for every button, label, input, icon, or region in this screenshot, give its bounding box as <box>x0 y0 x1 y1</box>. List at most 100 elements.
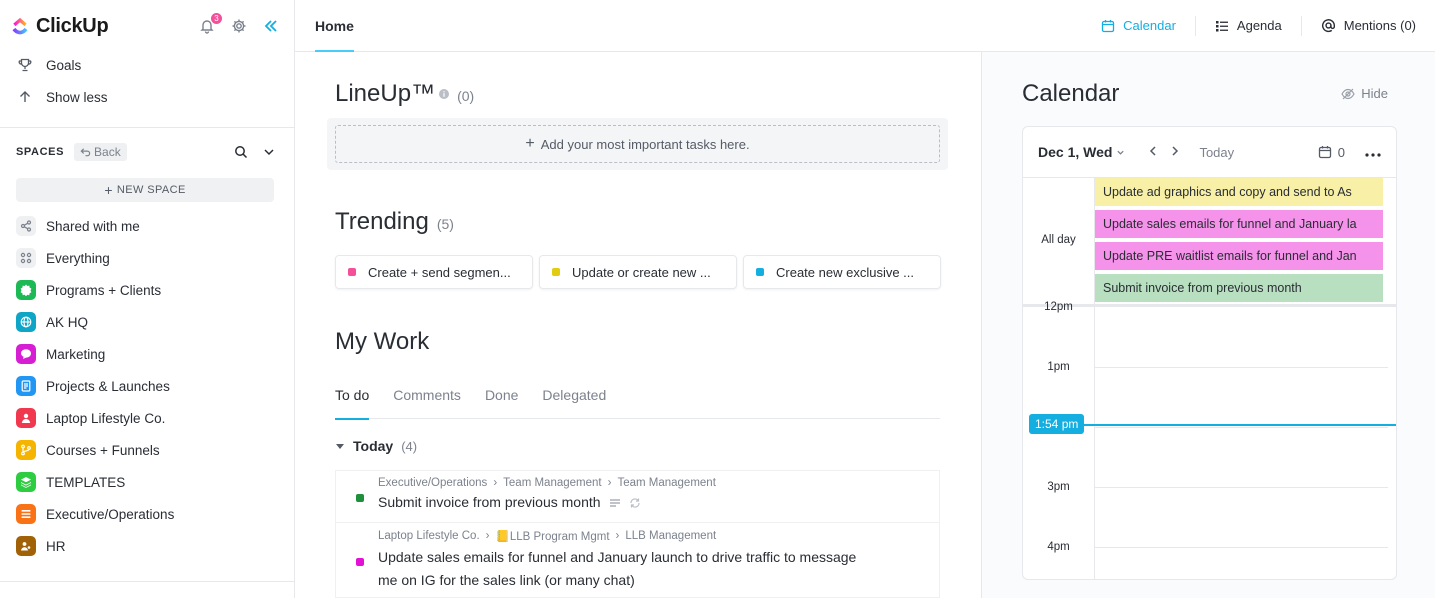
info-icon[interactable] <box>439 89 450 99</box>
hour-label: 1pm <box>1047 361 1070 373</box>
mywork-tabs: To do Comments Done Delegated <box>335 370 940 420</box>
group-count: (4) <box>401 438 418 454</box>
group-today-header[interactable]: Today (4) <box>335 438 417 454</box>
chevron-down-icon[interactable] <box>260 143 278 161</box>
task-row[interactable]: Executive/Operations › Team Management ›… <box>335 470 940 523</box>
new-space-label: NEW SPACE <box>116 184 186 196</box>
sidebar-item-goals[interactable]: Goals <box>0 49 294 81</box>
sidebar-item-label: Laptop Lifestyle Co. <box>46 410 166 426</box>
crumb[interactable]: LLB Management <box>625 530 716 542</box>
lineup-dropzone: + Add your most important tasks here. <box>327 118 948 170</box>
date-picker[interactable]: Dec 1, Wed <box>1038 144 1125 160</box>
sidebar-item-executive-operations[interactable]: Executive/Operations <box>0 498 294 530</box>
notifications-bell-icon[interactable]: 3 <box>198 13 222 35</box>
sidebar-item-marketing[interactable]: Marketing <box>0 338 294 370</box>
new-space-button[interactable]: + NEW SPACE <box>16 178 274 202</box>
mywork-title: My Work <box>335 328 430 355</box>
plus-icon: + <box>525 135 535 152</box>
group-label: Today <box>353 438 394 454</box>
sidebar-item-label: Marketing <box>46 346 106 362</box>
sidebar-item-templates[interactable]: TEMPLATES <box>0 466 294 498</box>
tab-to-do[interactable]: To do <box>335 370 370 420</box>
hour-label: 3pm <box>1047 481 1070 493</box>
unscheduled-tasks-button[interactable]: 0 <box>1318 145 1345 160</box>
task-status-dot <box>356 558 364 566</box>
calendar-event[interactable]: Update ad graphics and copy and send to … <box>1095 178 1383 206</box>
tab-delegated[interactable]: Delegated <box>542 370 606 419</box>
lineup-count: (0) <box>457 88 475 104</box>
hide-calendar-button[interactable]: Hide <box>1341 86 1388 101</box>
crumb[interactable]: Team Management <box>617 477 715 489</box>
task-status-dot <box>348 268 356 276</box>
view-mentions[interactable]: Mentions (0) <box>1300 15 1435 36</box>
sidebar-item-courses-funnels[interactable]: Courses + Funnels <box>0 434 294 466</box>
back-button[interactable]: Back <box>74 143 127 161</box>
calendar-event[interactable]: Update sales emails for funnel and Janua… <box>1095 210 1383 238</box>
trending-card[interactable]: Update or create new ... <box>539 255 737 289</box>
sidebar-item-ak-hq[interactable]: AK HQ <box>0 306 294 338</box>
trending-title: Trending <box>335 208 429 235</box>
globe-icon <box>16 312 36 332</box>
gear-icon[interactable] <box>230 17 248 35</box>
show-less-toggle[interactable]: Show less <box>0 81 294 113</box>
sidebar-item-programs-clients[interactable]: Programs + Clients <box>0 274 294 306</box>
crumb[interactable]: 📒LLB Program Mgmt <box>496 529 610 543</box>
task-name[interactable]: Submit invoice from previous month <box>378 491 601 514</box>
chevron-right-icon: › <box>607 477 612 489</box>
sidebar-item-everything[interactable]: Everything <box>0 242 294 274</box>
all-day-section: All day Update ad graphics and copy and … <box>1023 178 1396 307</box>
add-lineup-task-button[interactable]: + Add your most important tasks here. <box>335 125 940 163</box>
list-icon <box>16 504 36 524</box>
chevron-right-icon: › <box>493 477 498 489</box>
share-icon <box>16 216 36 236</box>
calendar-icon <box>1318 146 1331 159</box>
hour-label: 4pm <box>1047 541 1070 553</box>
trending-task-name: Update or create new ... <box>572 264 711 280</box>
hide-label: Hide <box>1361 86 1388 101</box>
tab-comments[interactable]: Comments <box>393 370 461 419</box>
recurring-icon <box>629 497 640 508</box>
view-mentions-label: Mentions (0) <box>1343 18 1416 33</box>
hour-line <box>1094 547 1388 548</box>
search-icon[interactable] <box>232 143 250 161</box>
trending-card[interactable]: Create + send segmen... <box>335 255 533 289</box>
layers-icon <box>16 472 36 492</box>
crumb[interactable]: Laptop Lifestyle Co. <box>378 530 480 542</box>
sidebar-item-hr[interactable]: HR <box>0 530 294 562</box>
more-options-icon[interactable] <box>1365 145 1381 160</box>
task-name-line: me on IG for the sales link (or many cha… <box>378 572 635 588</box>
arrow-up-icon <box>16 88 34 106</box>
sidebar-item-label: Everything <box>46 250 110 266</box>
today-button[interactable]: Today <box>1199 145 1234 160</box>
sidebar-item-laptop-lifestyle-co[interactable]: Laptop Lifestyle Co. <box>0 402 294 434</box>
brand-name: ClickUp <box>36 14 109 37</box>
sidebar-item-label: Shared with me <box>46 218 140 234</box>
calendar-event[interactable]: Update PRE waitlist emails for funnel an… <box>1095 242 1383 270</box>
add-lineup-label: Add your most important tasks here. <box>540 136 750 152</box>
crumb[interactable]: Team Management <box>503 477 601 489</box>
sidebar-item-projects-launches[interactable]: Projects & Launches <box>0 370 294 402</box>
trending-card[interactable]: Create new exclusive ... <box>743 255 941 289</box>
sidebar-item-label: AK HQ <box>46 314 89 330</box>
chevron-right-icon: › <box>485 530 490 542</box>
calendar-widget: Dec 1, Wed Today 0 All day Update ad gra… <box>1022 126 1397 580</box>
view-calendar[interactable]: Calendar <box>1082 16 1195 36</box>
hour-line <box>1094 367 1388 368</box>
sidebar-item-shared-with-me[interactable]: Shared with me <box>0 210 294 242</box>
lineup-heading: LineUp™ (0) <box>335 80 474 108</box>
tab-done[interactable]: Done <box>485 370 518 419</box>
crumb[interactable]: Executive/Operations <box>378 477 487 489</box>
person-icon <box>16 408 36 428</box>
calendar-event[interactable]: Submit invoice from previous month <box>1095 274 1383 302</box>
previous-day-icon[interactable] <box>1147 145 1159 160</box>
task-row[interactable]: Laptop Lifestyle Co. › 📒LLB Program Mgmt… <box>335 522 940 598</box>
tab-home[interactable]: Home <box>315 0 354 52</box>
clickup-logo[interactable]: ClickUp <box>10 14 109 38</box>
collapse-sidebar-icon[interactable] <box>262 17 280 35</box>
view-calendar-label: Calendar <box>1123 18 1176 33</box>
hour-line <box>1094 487 1388 488</box>
next-day-icon[interactable] <box>1169 145 1181 160</box>
task-name[interactable]: Update sales emails for funnel and Janua… <box>378 546 927 592</box>
sidebar-item-label: HR <box>46 538 66 554</box>
view-agenda[interactable]: Agenda <box>1194 15 1301 36</box>
